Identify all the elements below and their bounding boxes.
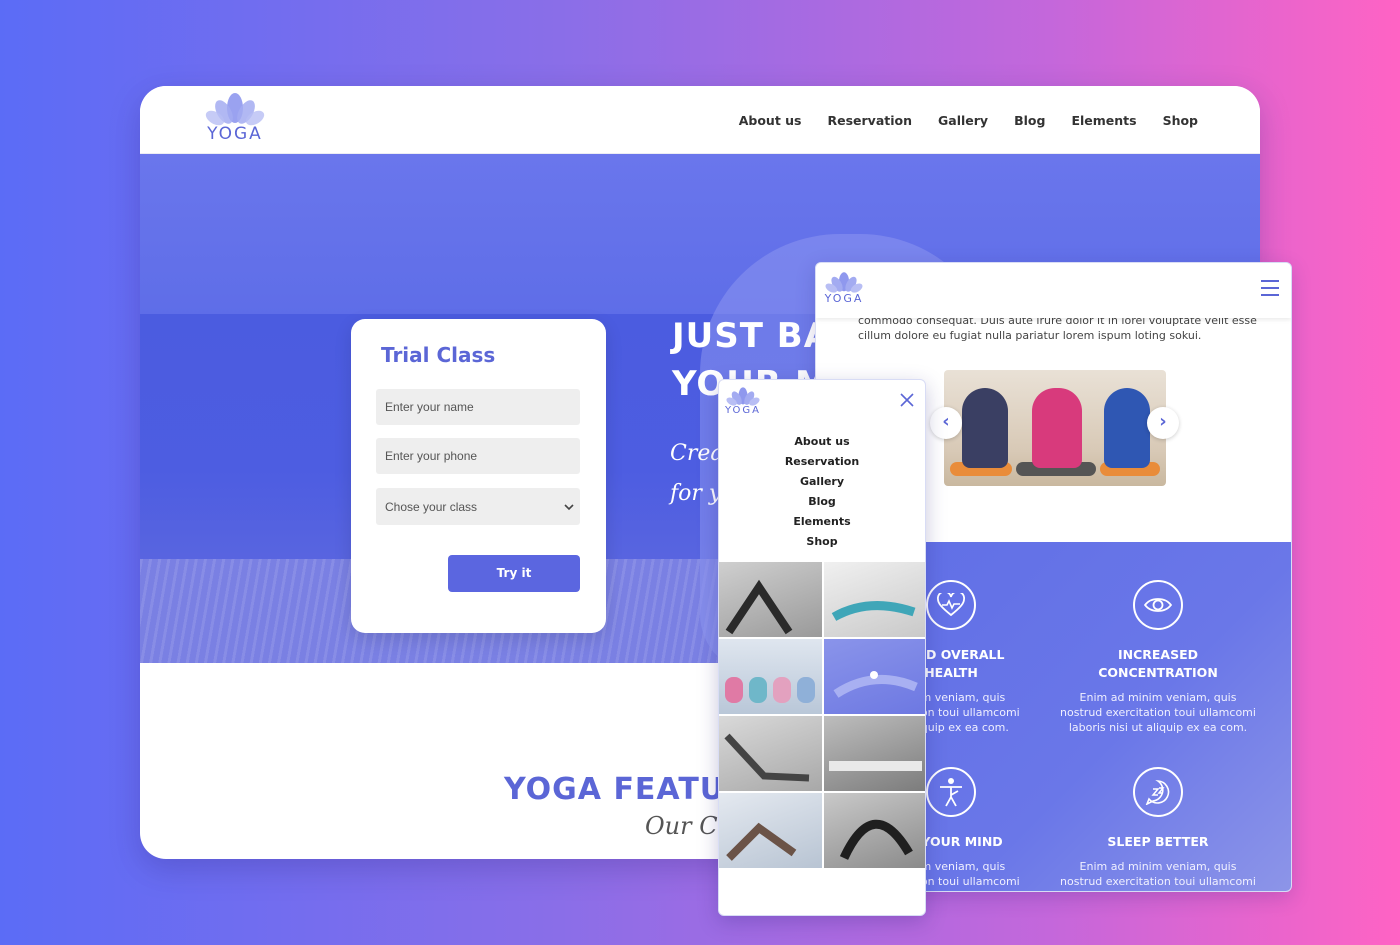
- trial-class-title: Trial Class: [381, 343, 496, 367]
- mobile-nav-shop[interactable]: Shop: [719, 532, 925, 552]
- nav-about-us[interactable]: About us: [739, 113, 802, 128]
- nav-elements[interactable]: Elements: [1071, 113, 1136, 128]
- hamburger-menu-icon[interactable]: [1261, 280, 1279, 296]
- class-select-value: Chose your class: [385, 499, 478, 514]
- benefit-title: SLEEP BETTER: [1107, 834, 1209, 849]
- phone-input[interactable]: Enter your phone: [376, 438, 580, 474]
- gallery-image[interactable]: [824, 716, 925, 791]
- carousel-next-button[interactable]: ›: [1147, 407, 1179, 439]
- benefit-title: INCREASED: [1117, 647, 1199, 662]
- yoga-class-carousel-image: [944, 370, 1166, 486]
- person-figure: [962, 388, 1008, 468]
- benefit-text: laboris nisi ut aliquip ex ea com.: [1068, 721, 1248, 734]
- benefit-text: Enim ad minim veniam, quis: [1079, 691, 1237, 704]
- person-figure: [1104, 388, 1150, 468]
- tablet-text-line2: cillum dolore eu fugiat nulla pariatur l…: [858, 329, 1202, 342]
- benefit-title: HEALTH: [924, 665, 978, 680]
- nav-shop[interactable]: Shop: [1163, 113, 1198, 128]
- benefit-text: Enim ad minim veniam, quis: [1079, 860, 1237, 873]
- benefit-text: nostrud exercitation toui ullamcomi: [1060, 875, 1256, 888]
- desktop-nav: About us Reservation Gallery Blog Elemen…: [739, 113, 1198, 128]
- hero-title-line1: JUST BA: [672, 316, 832, 356]
- gallery-image-hovered[interactable]: [824, 639, 925, 714]
- yoga-pose-icon: [926, 767, 976, 817]
- tablet-header: YOGA: [816, 263, 1291, 318]
- desktop-header: YOGA About us Reservation Gallery Blog E…: [140, 86, 1260, 154]
- mobile-nav-gallery[interactable]: Gallery: [719, 472, 925, 492]
- mobile-preview: YOGA About us Reservation Gallery Blog E…: [718, 379, 926, 916]
- class-select[interactable]: Chose your class: [376, 488, 580, 525]
- eye-icon: [1133, 580, 1183, 630]
- carousel-prev-button[interactable]: ‹: [930, 407, 962, 439]
- gallery-image[interactable]: [824, 793, 925, 868]
- trial-class-form: Trial Class Enter your name Enter your p…: [351, 319, 606, 633]
- yoga-logo[interactable]: YOGA: [725, 386, 761, 416]
- heart-pulse-icon: [926, 580, 976, 630]
- nav-gallery[interactable]: Gallery: [938, 113, 988, 128]
- gallery-image[interactable]: [824, 562, 925, 637]
- gallery-image[interactable]: [719, 639, 822, 714]
- mobile-gallery-grid: [719, 562, 925, 868]
- person-figure: [1032, 388, 1082, 468]
- benefit-sleep-better: SLEEP BETTER Enim ad minim veniam, quis n…: [1053, 767, 1263, 889]
- benefit-text: nostrud exercitation toui ullamcomi: [1060, 706, 1256, 719]
- benefit-title: CONCENTRATION: [1098, 665, 1218, 680]
- benefit-concentration: INCREASED CONCENTRATION Enim ad minim ven…: [1053, 580, 1263, 735]
- mobile-nav-elements[interactable]: Elements: [719, 512, 925, 532]
- mobile-menu: About us Reservation Gallery Blog Elemen…: [719, 432, 925, 552]
- name-input[interactable]: Enter your name: [376, 389, 580, 425]
- yoga-logo[interactable]: YOGA: [824, 271, 864, 305]
- gallery-image[interactable]: [719, 716, 822, 791]
- sleep-icon: [1133, 767, 1183, 817]
- logo-text: YOGA: [207, 124, 263, 144]
- try-it-button[interactable]: Try it: [448, 555, 580, 592]
- gallery-image[interactable]: [719, 793, 822, 868]
- nav-blog[interactable]: Blog: [1014, 113, 1045, 128]
- logo-text: YOGA: [824, 292, 864, 305]
- mobile-nav-reservation[interactable]: Reservation: [719, 452, 925, 472]
- gallery-image[interactable]: [719, 562, 822, 637]
- logo-text: YOGA: [725, 405, 762, 416]
- chevron-down-icon: [564, 503, 574, 510]
- lotus-icon: [205, 93, 265, 126]
- features-title: YOGA FEATUR: [504, 772, 750, 807]
- close-icon[interactable]: [899, 392, 915, 408]
- yoga-logo[interactable]: YOGA: [202, 92, 268, 144]
- nav-reservation[interactable]: Reservation: [828, 113, 913, 128]
- mobile-nav-about-us[interactable]: About us: [719, 432, 925, 452]
- mobile-nav-blog[interactable]: Blog: [719, 492, 925, 512]
